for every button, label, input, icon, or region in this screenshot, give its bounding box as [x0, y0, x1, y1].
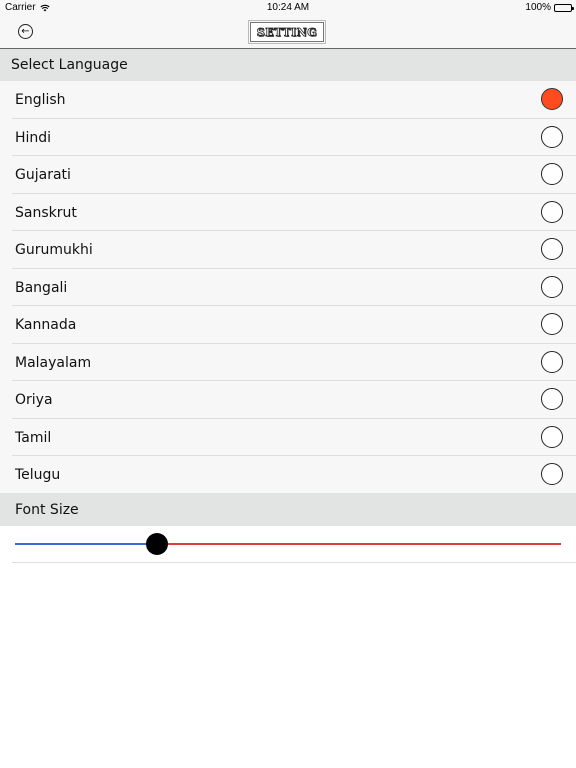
slider-max-track: [156, 543, 561, 545]
language-label: Sanskrut: [15, 204, 77, 221]
radio-unselected-icon[interactable]: [541, 388, 563, 410]
radio-unselected-icon[interactable]: [541, 163, 563, 185]
language-section-title: Select Language: [11, 57, 128, 73]
battery-percent: 100%: [525, 2, 551, 13]
language-section-header: Select Language: [0, 49, 576, 81]
language-option-tamil[interactable]: Tamil: [0, 418, 576, 456]
font-size-section-header: Font Size: [0, 493, 576, 526]
font-size-slider[interactable]: [0, 526, 576, 563]
language-label: Bangali: [15, 279, 68, 296]
language-option-hindi[interactable]: Hindi: [0, 118, 576, 156]
language-label: Oriya: [15, 392, 53, 408]
navigation-bar: ← SETTING: [0, 16, 576, 49]
back-arrow-icon: ←: [21, 25, 30, 37]
language-option-sanskrut[interactable]: Sanskrut: [0, 193, 576, 231]
battery-icon: [554, 3, 574, 12]
slider-thumb[interactable]: [145, 533, 168, 555]
radio-selected-icon[interactable]: [541, 88, 563, 110]
language-option-oriya[interactable]: Oriya: [0, 381, 576, 419]
radio-unselected-icon[interactable]: [541, 275, 563, 298]
language-label: Kannada: [15, 317, 77, 333]
status-time: 10:24 AM: [266, 2, 310, 13]
language-option-kannada[interactable]: Kannada: [0, 306, 576, 344]
language-option-bangali[interactable]: Bangali: [0, 268, 576, 306]
language-label: English: [15, 92, 66, 108]
radio-unselected-icon[interactable]: [541, 350, 563, 373]
radio-unselected-icon[interactable]: [541, 200, 563, 223]
radio-unselected-icon[interactable]: [541, 125, 563, 148]
language-label: Malayalam: [15, 354, 92, 371]
font-size-section-title: Font Size: [15, 501, 79, 518]
radio-unselected-icon[interactable]: [541, 238, 563, 260]
language-label: Telugu: [15, 467, 61, 483]
language-label: Hindi: [15, 129, 52, 146]
language-label: Tamil: [15, 429, 52, 446]
language-label: Gujarati: [15, 167, 71, 183]
slider-min-track: [15, 543, 157, 545]
language-option-telugu[interactable]: Telugu: [0, 456, 576, 494]
language-option-gurumukhi[interactable]: Gurumukhi: [0, 231, 576, 269]
language-list: English Hindi Gujarati Sanskrut Gurumukhi Ban…: [0, 81, 576, 494]
language-option-malayalam[interactable]: Malayalam: [0, 343, 576, 381]
back-button[interactable]: ←: [18, 24, 33, 39]
page-title: SETTING: [248, 20, 326, 44]
radio-unselected-icon[interactable]: [541, 463, 563, 485]
radio-unselected-icon[interactable]: [541, 313, 563, 335]
language-option-english[interactable]: English: [0, 81, 576, 119]
radio-unselected-icon[interactable]: [541, 425, 563, 448]
language-label: Gurumukhi: [15, 242, 93, 258]
status-bar: Carrier 10:24 AM 100%: [0, 0, 576, 16]
battery-info: 100%: [525, 2, 574, 13]
language-option-gujarati[interactable]: Gujarati: [0, 156, 576, 194]
